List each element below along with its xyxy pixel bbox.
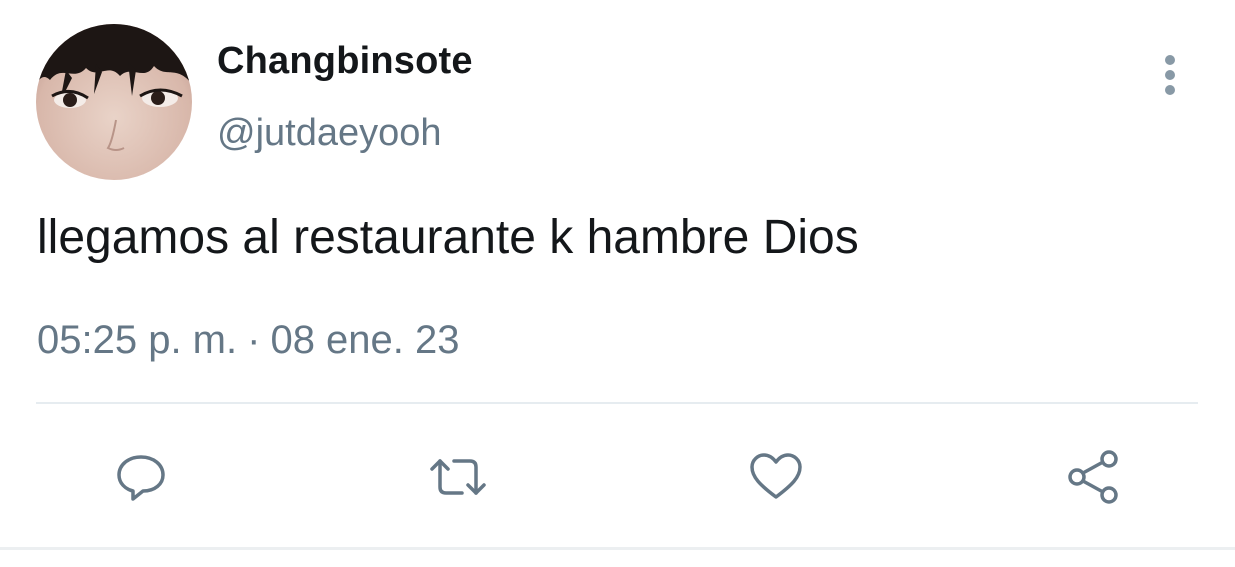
- retweet-icon: [430, 459, 486, 495]
- avatar[interactable]: [36, 24, 192, 180]
- bottom-divider: [0, 547, 1235, 550]
- more-options-button[interactable]: [1150, 50, 1190, 100]
- heart-icon: [750, 453, 802, 499]
- tweet-time: 05:25 p. m.: [37, 318, 238, 362]
- retweet-button[interactable]: [426, 445, 490, 509]
- tweet-text: llegamos al restaurante k hambre Dios: [37, 211, 859, 264]
- more-vertical-icon: [1165, 55, 1175, 95]
- avatar-photo: [36, 24, 192, 180]
- reply-button[interactable]: [109, 445, 173, 509]
- user-handle[interactable]: @jutdaeyooh: [217, 112, 442, 155]
- timestamp-separator: ·: [247, 318, 261, 362]
- tweet-timestamp[interactable]: 05:25 p. m. · 08 ene. 23: [37, 318, 460, 363]
- display-name[interactable]: Changbinsote: [217, 40, 473, 83]
- tweet-card: Changbinsote @jutdaeyooh llegamos al res…: [0, 0, 1235, 567]
- comment-icon: [117, 455, 165, 501]
- share-icon: [1068, 450, 1118, 504]
- like-button[interactable]: [744, 445, 808, 509]
- share-button[interactable]: [1061, 445, 1125, 509]
- divider: [36, 402, 1198, 404]
- tweet-date: 08 ene. 23: [270, 318, 460, 362]
